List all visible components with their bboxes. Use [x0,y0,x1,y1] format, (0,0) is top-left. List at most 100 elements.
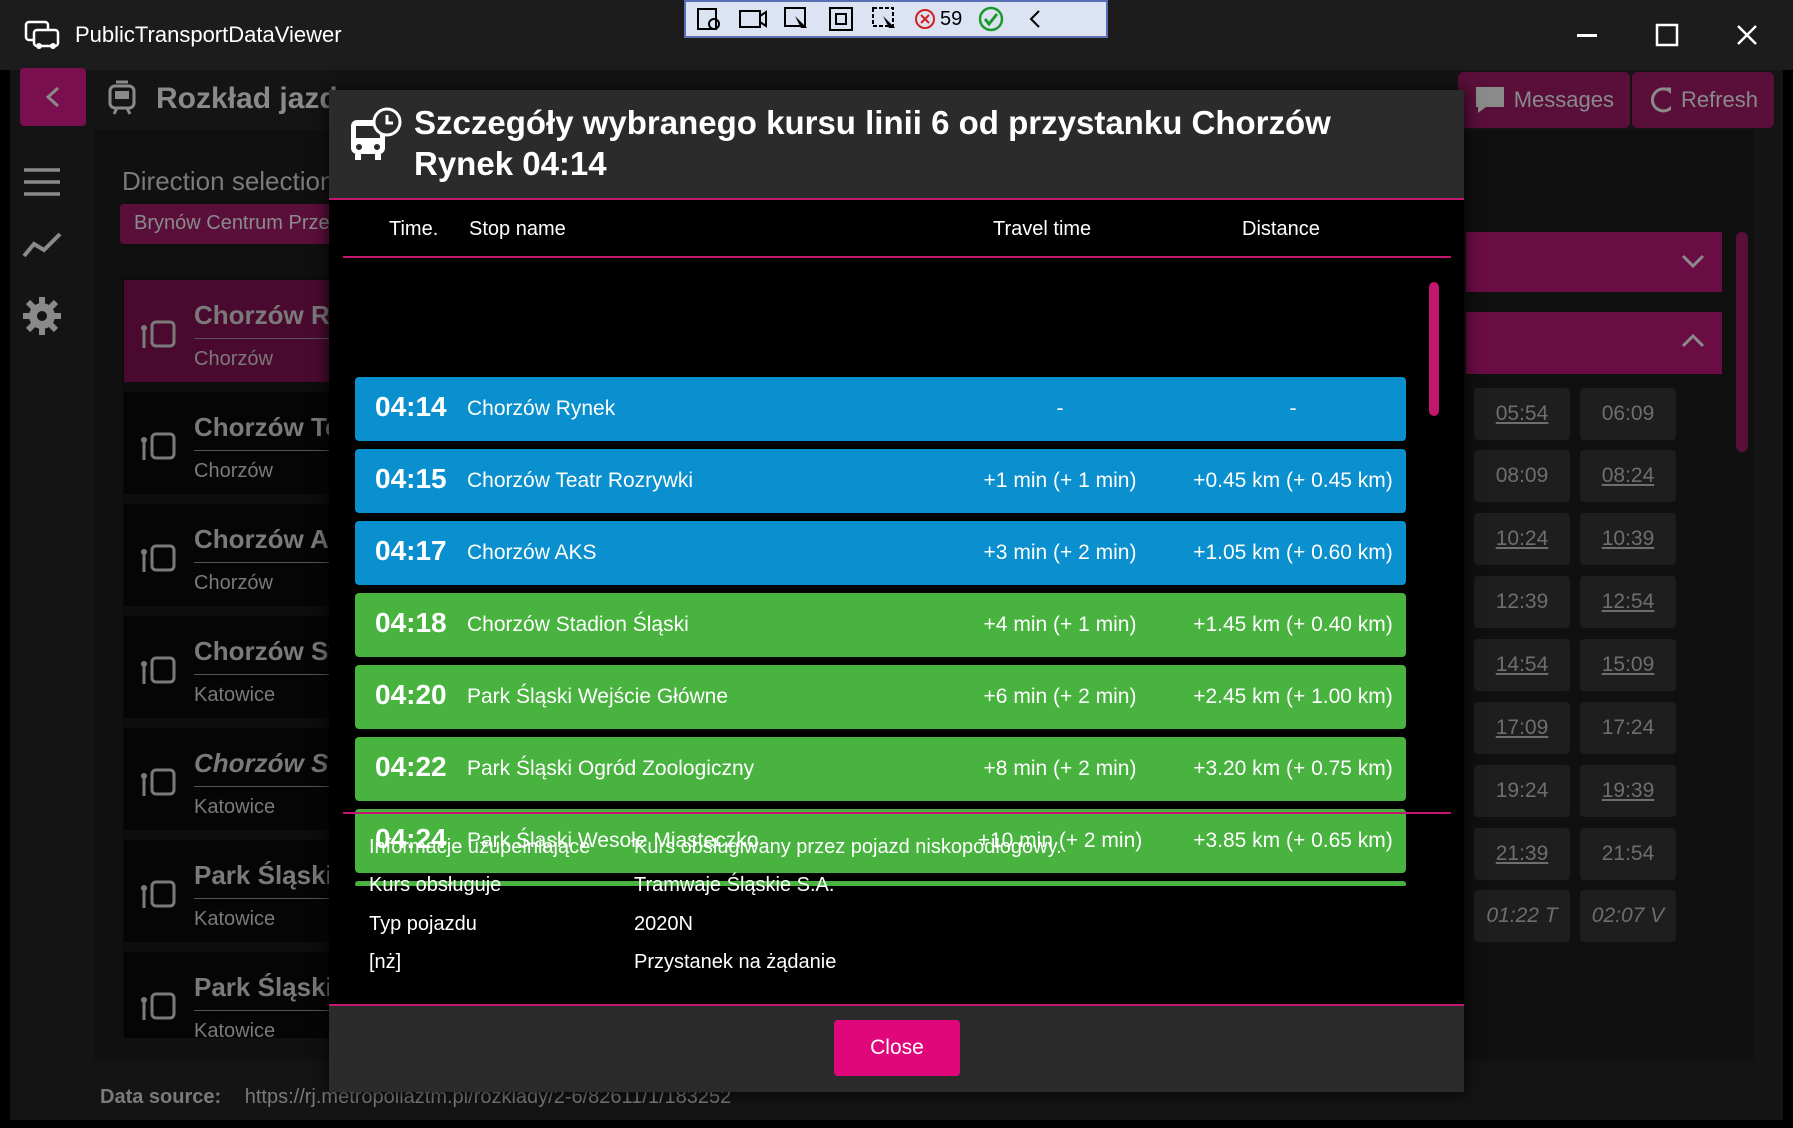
departure-time[interactable]: 10:24 [1474,513,1570,565]
messages-label: Messages [1513,87,1614,112]
departure-time[interactable]: 08:09 [1474,450,1570,502]
stop-list-item[interactable]: Park Śląski O Katowice [124,952,344,1038]
close-icon [1737,25,1757,45]
departure-time[interactable]: 19:39 [1580,765,1676,817]
departure-time[interactable]: 02:07 V [1580,890,1676,942]
info-value: 2020N [634,913,693,935]
divider [194,1010,344,1011]
bus-stop-icon [141,768,176,796]
minimize-button[interactable] [1562,10,1612,60]
maximize-icon [1655,23,1679,47]
live-tree-icon[interactable] [694,5,724,33]
info-key: Kurs obsługuje [369,874,502,896]
close-button[interactable]: Close [834,1020,960,1076]
row-time: 04:14 [375,391,447,422]
column-header-distance: Distance [1242,218,1320,240]
scrollbar-thumb[interactable] [1736,232,1748,452]
display-layout-icon[interactable] [826,5,856,33]
stop-name: Chorzów Sta [194,636,352,666]
departure-time[interactable]: 06:09 [1580,388,1676,440]
departure-time[interactable]: 08:24 [1580,450,1676,502]
stop-row[interactable]: 04:22 Park Śląski Ogród Zoologiczny +8 m… [355,737,1406,801]
message-icon [1476,87,1504,113]
settings-gear-icon[interactable] [20,294,64,338]
tram-icon [108,80,136,115]
menu-icon[interactable] [20,160,64,204]
minimize-icon [1577,34,1597,37]
departure-time[interactable]: 10:39 [1580,513,1676,565]
error-icon [915,9,935,29]
debug-toolbar: 59 [684,0,1108,38]
stop-list-item[interactable]: Chorzów Tea Chorzów [124,392,354,494]
departure-time[interactable]: 12:39 [1474,576,1570,628]
stop-row[interactable]: 04:20 Park Śląski Wejście Główne +6 min … [355,665,1406,729]
dialog-scrollbar-thumb[interactable] [1429,282,1439,416]
row-distance: +1.05 km (+ 0.60 km) [1193,541,1393,564]
departure-time[interactable]: 21:54 [1580,828,1676,880]
stop-list-item[interactable]: Park Śląski W Katowice [124,840,365,942]
bus-stop-icon [141,880,176,908]
stop-row[interactable]: 04:15 Chorzów Teatr Rozrywki +1 min (+ 1… [355,449,1406,513]
departure-time[interactable]: 05:54 [1474,388,1570,440]
stop-city: Katowice [194,796,276,818]
expander-expanded[interactable] [1466,312,1722,374]
info-key: Typ pojazdu [369,913,477,935]
data-source-label: Data source: [100,1086,222,1108]
stop-row[interactable]: 04:17 Chorzów AKS +3 min (+ 2 min) +1.05… [355,521,1406,585]
stop-list-item[interactable]: Chorzów Sta Katowice [124,728,351,830]
stop-city: Katowice [194,1020,276,1038]
row-time: 04:18 [375,607,447,638]
bus-stop-icon [141,992,176,1020]
statistics-icon[interactable] [20,224,64,268]
app-title: PublicTransportDataViewer [75,22,342,47]
stop-row[interactable]: 04:14 Chorzów Rynek - - [355,377,1406,441]
back-button[interactable] [20,68,86,126]
stop-name: Chorzów Ry [194,300,345,330]
stop-list-item[interactable]: Chorzów Ry Chorzów [124,280,344,382]
departure-time[interactable]: 14:54 [1474,639,1570,691]
binding-failures-counter[interactable]: 59 [914,8,962,31]
info-divider [343,812,1451,814]
row-stop-name: Chorzów Stadion Śląski [467,613,689,636]
collapse-toolbar-icon[interactable] [1020,5,1050,33]
row-travel-time: +1 min (+ 1 min) [983,469,1137,492]
info-key: Informacje uzupełniające [369,836,591,858]
departure-time[interactable]: 17:24 [1580,702,1676,754]
departure-time[interactable]: 15:09 [1580,639,1676,691]
divider [194,786,344,787]
row-travel-time: +4 min (+ 1 min) [983,613,1137,636]
bus-stop-icon [141,656,176,684]
row-distance: +1.45 km (+ 0.40 km) [1193,613,1393,636]
stop-city: Katowice [194,684,276,706]
refresh-button[interactable]: Refresh [1632,72,1774,128]
row-distance: - [1289,397,1297,420]
row-distance: +2.45 km (+ 1.00 km) [1193,685,1393,708]
departure-time[interactable]: 01:22 T [1474,890,1570,942]
direction-label: Direction selection [122,166,335,196]
divider [194,338,344,339]
stop-name: Chorzów Sta [194,748,352,778]
video-icon[interactable] [738,5,768,33]
departure-time[interactable]: 21:39 [1474,828,1570,880]
expander-collapsed[interactable] [1466,232,1722,292]
track-focus-icon[interactable] [870,5,900,33]
messages-button[interactable]: Messages [1458,72,1630,128]
divider [194,674,344,675]
departure-time[interactable]: 17:09 [1474,702,1570,754]
select-element-icon[interactable] [782,5,812,33]
row-time: 04:15 [375,463,447,494]
stop-row[interactable]: 04:18 Chorzów Stadion Śląski +4 min (+ 1… [355,593,1406,657]
back-arrow-icon [45,86,60,108]
row-stop-name: Chorzów Rynek [467,397,616,420]
stop-list-item[interactable]: Chorzów AK Chorzów [124,504,348,606]
page-title: Rozkład jazdy [156,82,355,115]
departure-time[interactable]: 19:24 [1474,765,1570,817]
dialog-title: Szczegóły wybranego kursu linii 6 od prz… [414,104,1331,182]
check-icon[interactable] [976,5,1006,33]
stop-list-item[interactable]: Chorzów Sta Katowice [124,616,351,718]
close-window-button[interactable] [1722,10,1772,60]
maximize-button[interactable] [1642,10,1692,60]
row-travel-time: +6 min (+ 2 min) [983,685,1137,708]
stop-city: Chorzów [194,572,273,594]
departure-time[interactable]: 12:54 [1580,576,1676,628]
